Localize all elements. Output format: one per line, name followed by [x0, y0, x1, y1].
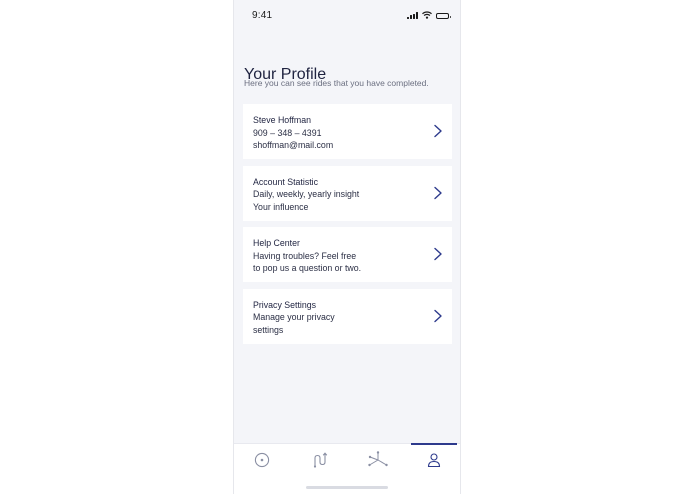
home-indicator[interactable]: [306, 486, 388, 489]
card-description: Your influence: [253, 201, 309, 212]
card-description: Manage your privacy: [253, 312, 335, 322]
chevron-right-icon: [434, 124, 442, 138]
profile-menu: Steve Hoffman 909 – 348 – 4391 shoffman@…: [243, 104, 452, 350]
card-title: Privacy Settings: [253, 299, 317, 310]
profile-icon: [427, 453, 441, 468]
network-icon: [368, 451, 388, 467]
card-description: Having troubles? Feel free: [253, 250, 357, 261]
tab-explore[interactable]: [239, 444, 285, 476]
status-icons: [407, 11, 451, 19]
card-description: to pop us a question or two.: [253, 263, 362, 273]
status-time: 9:41: [252, 10, 273, 21]
chevron-right-icon: [434, 247, 442, 261]
chevron-right-icon: [434, 186, 442, 199]
help-center-card[interactable]: Help Center Having troubles? Feel free t…: [243, 227, 452, 282]
page-subtitle: Here you can see rides that you have com…: [244, 78, 429, 88]
account-statistic-card[interactable]: Account Statistic Daily, weekly, yearly …: [243, 165, 452, 221]
tab-routes[interactable]: [297, 444, 343, 476]
status-bar: 9:41: [234, 0, 460, 30]
route-icon: [313, 452, 328, 468]
card-description: Daily, weekly, yearly insight: [253, 189, 360, 199]
cellular-signal-icon: [407, 12, 418, 19]
tab-network[interactable]: [355, 444, 401, 476]
privacy-settings-card[interactable]: Privacy Settings Manage your privacy set…: [243, 288, 452, 344]
card-phone: 909 – 348 – 4391: [253, 127, 322, 138]
card-title: Account Statistic: [253, 176, 319, 187]
battery-icon: [436, 13, 451, 19]
card-title: Help Center: [253, 238, 300, 248]
chevron-right-icon: [434, 309, 442, 322]
card-description: settings: [253, 324, 284, 335]
card-email: shoffman@mail.com: [253, 140, 334, 150]
phone-screen: 9:41 Your Profile Here you can see rides…: [233, 0, 461, 494]
wifi-icon: [422, 11, 432, 19]
tab-profile[interactable]: [411, 443, 457, 476]
card-title: Steve Hoffman: [253, 115, 312, 125]
profile-contact-card[interactable]: Steve Hoffman 909 – 348 – 4391 shoffman@…: [243, 104, 452, 159]
compass-icon: [254, 452, 270, 468]
